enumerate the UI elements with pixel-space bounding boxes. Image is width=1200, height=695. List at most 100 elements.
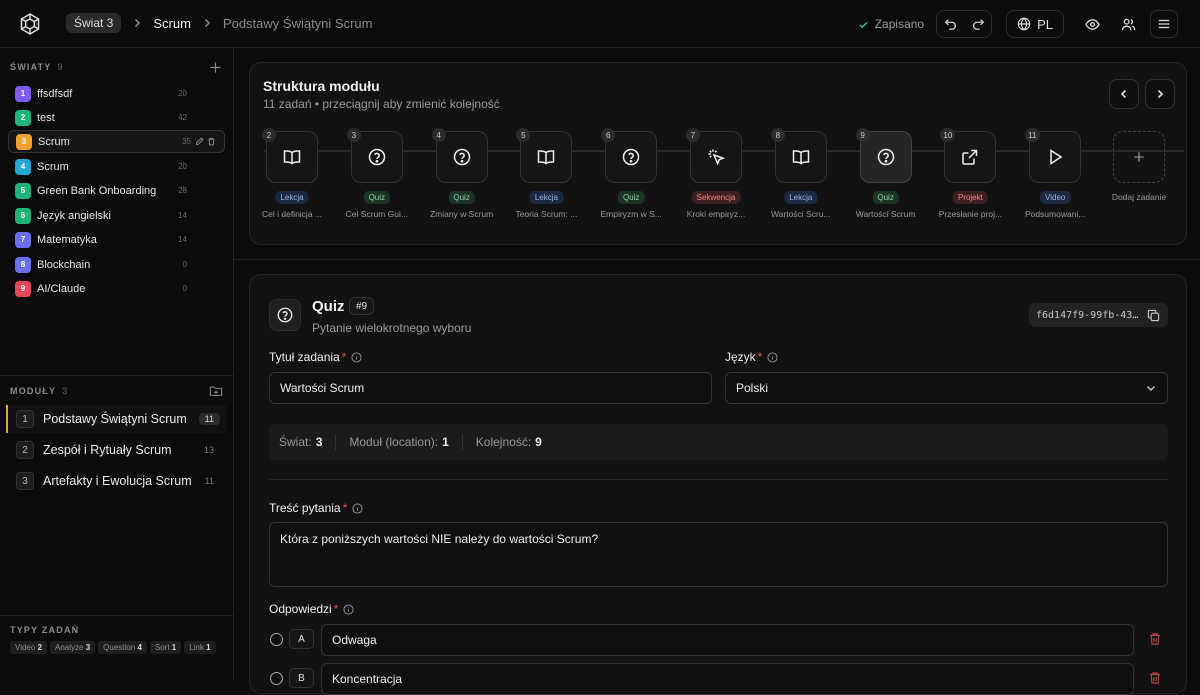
answer-correct-checkbox[interactable]: [270, 672, 283, 685]
sidebar-divider: [0, 375, 234, 376]
folder-plus-icon: [209, 384, 223, 398]
required-marker: *: [333, 602, 339, 616]
task-type-badge: Lekcja: [529, 191, 563, 204]
task-type-chip: Video 2: [10, 641, 48, 654]
task-type-chip: Analyze 3: [50, 641, 96, 654]
world-number: 3: [16, 133, 32, 150]
book-icon: [791, 147, 811, 167]
task-type-badge: Quiz: [363, 191, 391, 204]
world-item-active[interactable]: 3 Scrum 35: [8, 130, 225, 153]
module-item[interactable]: 3 Artefakty i Ewolucja Scrum 11: [8, 467, 228, 495]
task-type-count: 4: [137, 643, 142, 652]
module-task-count: 11: [204, 476, 214, 486]
structure-title: Struktura modułu: [263, 78, 380, 94]
task-type-badge: Sekwencja: [691, 191, 741, 204]
module-item[interactable]: 2 Zespół i Rytuały Scrum 13: [8, 436, 228, 464]
world-task-count: 14: [178, 235, 187, 244]
world-number: 1: [15, 85, 31, 102]
plus-icon: [209, 61, 222, 74]
task-type-badge: Lekcja: [275, 191, 309, 204]
info-icon[interactable]: [351, 351, 362, 363]
pencil-icon[interactable]: [195, 137, 204, 146]
module-name: Zespół i Rytuały Scrum: [43, 443, 172, 457]
hamburger-icon: [1157, 17, 1171, 31]
undo-button[interactable]: [937, 11, 964, 37]
world-item[interactable]: 5 Green Bank Onboarding 28: [8, 179, 225, 202]
world-number: 6: [15, 207, 31, 224]
users-button[interactable]: [1114, 10, 1142, 38]
world-item[interactable]: 1 ffsdfsdf 20: [8, 82, 225, 105]
task-title-label: Kroki empiryz...: [686, 209, 746, 219]
breadcrumb-world[interactable]: Świat 3: [66, 13, 122, 33]
answer-input[interactable]: Koncentracja: [321, 663, 1134, 695]
trash-icon[interactable]: [1148, 671, 1162, 685]
answer-correct-checkbox[interactable]: [270, 633, 283, 646]
world-task-count: 20: [178, 162, 187, 171]
world-item[interactable]: 7 Matematyka 14: [8, 228, 225, 251]
world-item[interactable]: 4 Scrum 20: [8, 155, 225, 178]
question-textarea[interactable]: Która z poniższych wartości NIE należy d…: [269, 522, 1168, 587]
task-order-number: 2: [262, 128, 276, 142]
info-icon[interactable]: [343, 603, 354, 615]
info-icon[interactable]: [352, 502, 363, 514]
answer-letter: B: [289, 668, 314, 688]
trash-icon[interactable]: [1148, 632, 1162, 646]
meta-label: Kolejność:: [475, 435, 532, 449]
add-world-button[interactable]: [209, 61, 222, 74]
world-item[interactable]: 9 AI/Claude 0: [8, 277, 225, 300]
module-item-active[interactable]: 1 Podstawy Świątyni Scrum 11: [6, 405, 226, 433]
task-title-label: Cel Scrum Gui...: [345, 209, 408, 219]
module-number: 2: [16, 441, 34, 459]
language-select-value: Polski: [736, 381, 769, 395]
modules-header-label: MODUŁY: [10, 386, 57, 396]
question-field-label: Treść pytania *: [269, 501, 363, 515]
trash-icon[interactable]: [207, 137, 216, 146]
preview-button[interactable]: [1078, 10, 1106, 38]
answer-input[interactable]: Odwaga: [321, 624, 1134, 656]
task-title-input[interactable]: Wartości Scrum: [269, 372, 712, 404]
add-module-button[interactable]: [209, 384, 223, 398]
add-task-button[interactable]: [1113, 131, 1165, 183]
world-task-count: 14: [178, 211, 187, 220]
globe-icon: [1017, 17, 1031, 31]
world-name: test: [37, 111, 55, 124]
scroll-right-button[interactable]: [1145, 79, 1175, 109]
scroll-left-button[interactable]: [1109, 79, 1139, 109]
app-logo-icon[interactable]: [18, 12, 42, 36]
meta-world: Świat: 3: [279, 435, 335, 449]
meta-value: 3: [315, 435, 323, 449]
breadcrumb-world-name[interactable]: Scrum: [153, 16, 191, 31]
question-icon: [269, 299, 301, 331]
task-type-count: 2: [37, 643, 43, 652]
world-item[interactable]: 2 test 42: [8, 106, 225, 129]
task-id-field[interactable]: f6d147f9-99fb-43…: [1029, 303, 1168, 327]
world-task-count: 28: [178, 186, 187, 195]
required-marker: *: [341, 350, 347, 364]
world-name: Matematyka: [37, 233, 97, 246]
info-icon[interactable]: [767, 351, 778, 363]
task-type-badge: Quiz: [448, 191, 475, 204]
world-item[interactable]: 6 Język angielski 14: [8, 204, 225, 227]
redo-button[interactable]: [964, 11, 991, 37]
question-icon: [876, 147, 896, 167]
module-task-count: 11: [198, 413, 220, 425]
task-type-label: Question: [103, 643, 136, 652]
redo-icon: [971, 17, 985, 31]
answer-row: B Koncentracja: [269, 663, 1168, 695]
world-name: ffsdfsdf: [37, 87, 73, 100]
task-type-badge: Quiz: [872, 191, 899, 204]
breadcrumb-module: Podstawy Świątyni Scrum: [222, 15, 373, 31]
task-type-count: 3: [85, 643, 91, 652]
language-button[interactable]: PL: [1006, 10, 1064, 38]
add-task-label: Dodaj zadanie: [1111, 192, 1167, 202]
world-name: Green Bank Onboarding: [37, 184, 157, 197]
task-order-number: 7: [686, 128, 700, 142]
task-order-number: 3: [346, 128, 361, 142]
sidebar-divider: [0, 615, 234, 616]
book-icon: [536, 147, 556, 167]
copy-icon[interactable]: [1147, 309, 1160, 322]
language-select[interactable]: Polski: [725, 372, 1168, 404]
required-marker: *: [757, 350, 763, 364]
world-item[interactable]: 8 Blockchain 0: [8, 253, 225, 276]
menu-button[interactable]: [1150, 10, 1178, 38]
